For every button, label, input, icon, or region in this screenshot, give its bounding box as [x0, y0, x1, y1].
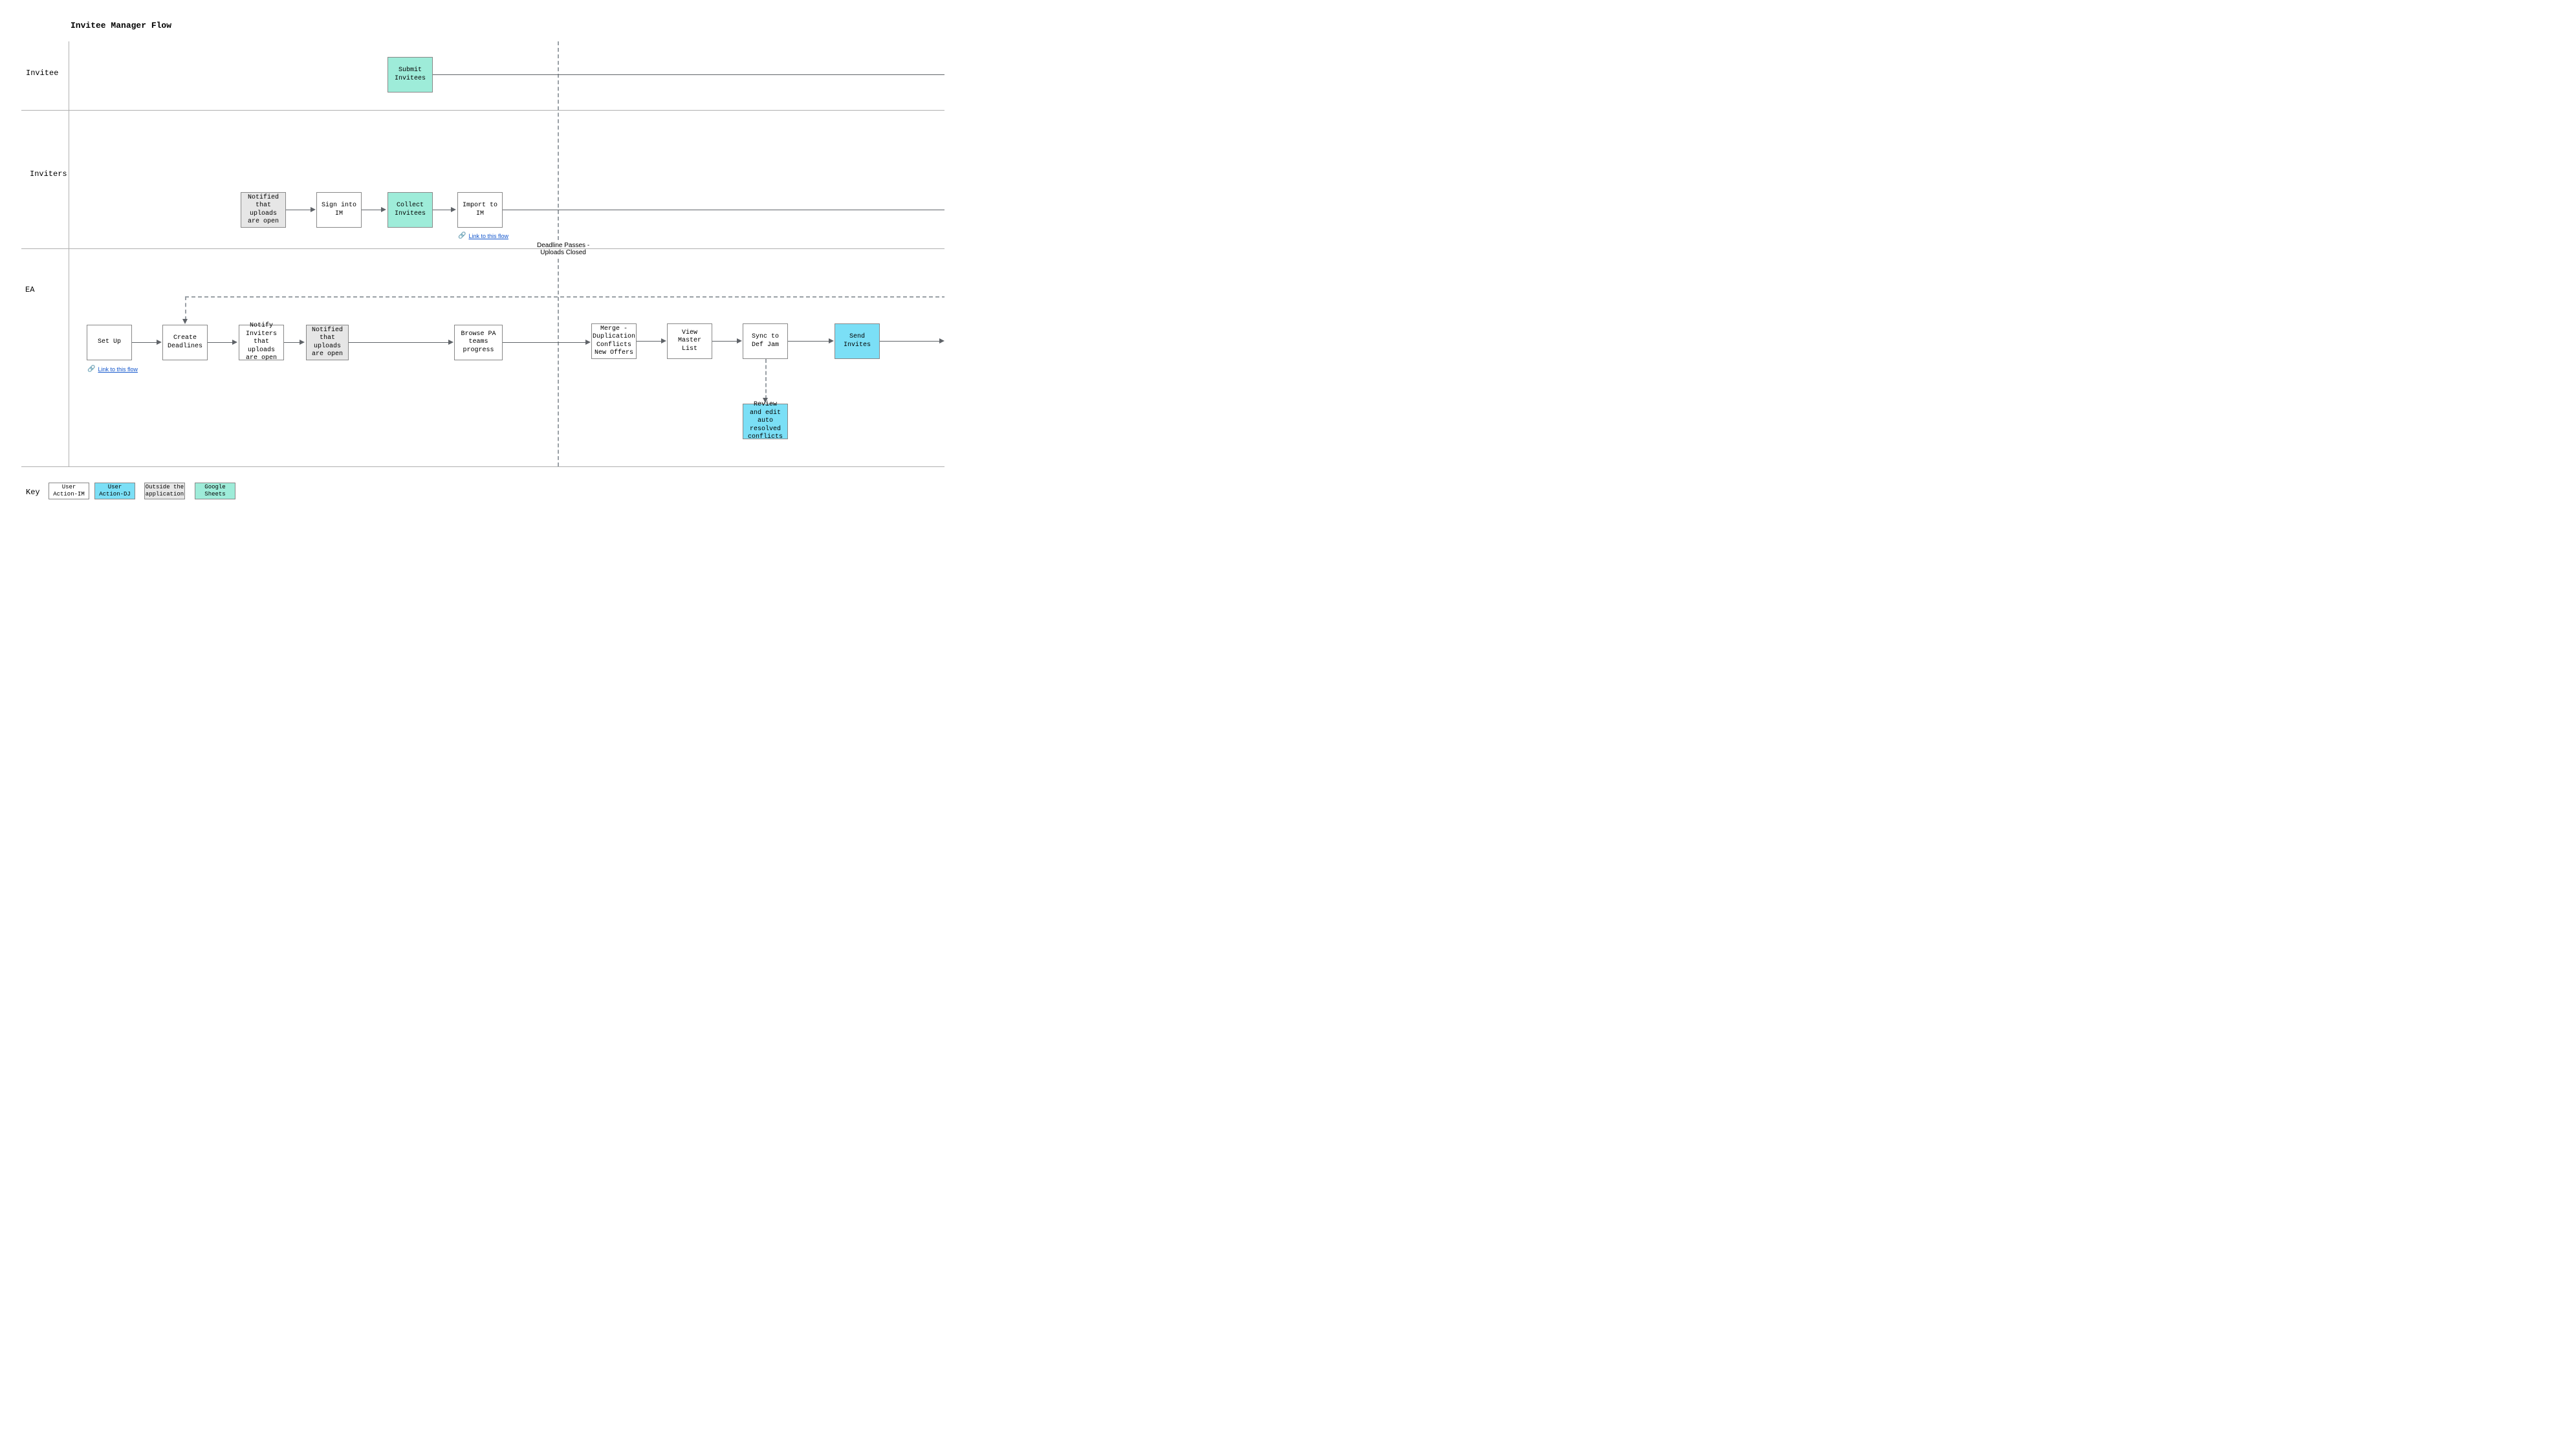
- node-view-master[interactable]: View Master List: [667, 323, 712, 359]
- connector: [433, 74, 944, 75]
- connector: [712, 341, 738, 342]
- arrow-head-icon: [448, 340, 453, 345]
- arrow-head-icon: [182, 319, 188, 324]
- arrow-head-icon: [451, 207, 456, 212]
- node-sync-defjam[interactable]: Sync to Def Jam: [743, 323, 788, 359]
- connector: [880, 341, 941, 342]
- key-text: Google Sheets: [198, 484, 232, 498]
- lane-label-inviters: Inviters: [30, 169, 67, 179]
- node-notify-inviters[interactable]: Notify Inviters that uploads are open: [239, 325, 284, 360]
- link-text[interactable]: Link to this flow: [98, 366, 138, 373]
- key-text: User Action-IM: [52, 484, 86, 498]
- connector: [788, 341, 830, 342]
- connector: [284, 342, 301, 343]
- node-label: View Master List: [671, 329, 708, 354]
- connector: [637, 341, 662, 342]
- key-outside-app: Outside the application: [144, 483, 185, 499]
- link-to-flow[interactable]: 🔗 Link to this flow: [87, 365, 138, 373]
- node-send-invites[interactable]: Send Invites: [835, 323, 880, 359]
- key-text: User Action-DJ: [98, 484, 132, 498]
- key-user-action-dj: User Action-DJ: [94, 483, 135, 499]
- node-set-up[interactable]: Set Up: [87, 325, 132, 360]
- node-merge[interactable]: Merge - Duplication Conflicts New Offers: [591, 323, 637, 359]
- node-label: Submit Invitees: [392, 67, 428, 83]
- node-label: Set Up: [98, 338, 121, 347]
- link-icon: 🔗: [458, 232, 466, 239]
- node-collect-invitees[interactable]: Collect Invitees: [387, 192, 433, 228]
- node-sign-into-im[interactable]: Sign into IM: [316, 192, 362, 228]
- diagram-title: Invitee Manager Flow: [71, 21, 171, 30]
- arrow-head-icon: [763, 398, 768, 403]
- lane-divider: [21, 110, 944, 111]
- node-browse-pa[interactable]: Browse PA teams progress: [454, 325, 503, 360]
- node-label: Merge - Duplication Conflicts New Offers: [593, 325, 635, 358]
- dashed-connector: [185, 296, 186, 320]
- arrow-head-icon: [157, 340, 162, 345]
- dashed-connector: [765, 359, 767, 399]
- arrow-head-icon: [381, 207, 386, 212]
- node-label: Send Invites: [839, 333, 875, 349]
- connector: [132, 342, 158, 343]
- key-text: Outside the application: [146, 484, 184, 498]
- arrow-head-icon: [939, 338, 944, 343]
- connector: [503, 342, 587, 343]
- node-label: Import to IM: [462, 202, 498, 218]
- arrow-head-icon: [311, 207, 316, 212]
- deadline-line: [558, 259, 559, 466]
- node-notified-uploads-open-inviters[interactable]: Notified that uploads are open: [241, 192, 286, 228]
- connector: [208, 342, 234, 343]
- link-to-flow[interactable]: 🔗 Link to this flow: [458, 232, 508, 239]
- node-label: Notified that uploads are open: [245, 194, 281, 226]
- diagram-canvas: Invitee Manager Flow Deadline Passes - U…: [0, 0, 944, 530]
- node-label: Review and edit auto resolved conflicts: [747, 401, 783, 442]
- deadline-label: Deadline Passes - Uploads Closed: [537, 242, 589, 256]
- lane-divider: [21, 248, 944, 249]
- arrow-head-icon: [661, 338, 666, 343]
- key-user-action-im: User Action-IM: [49, 483, 89, 499]
- node-import-to-im[interactable]: Import to IM: [457, 192, 503, 228]
- key-google-sheets: Google Sheets: [195, 483, 235, 499]
- node-submit-invitees[interactable]: Submit Invitees: [387, 57, 433, 93]
- arrow-head-icon: [232, 340, 237, 345]
- link-text[interactable]: Link to this flow: [468, 233, 508, 239]
- node-create-deadlines[interactable]: Create Deadlines: [162, 325, 208, 360]
- node-label: Notify Inviters that uploads are open: [243, 322, 279, 363]
- arrow-head-icon: [585, 340, 591, 345]
- arrow-head-icon: [829, 338, 834, 343]
- node-label: Notified that uploads are open: [311, 327, 344, 359]
- arrow-head-icon: [300, 340, 305, 345]
- lane-label-invitee: Invitee: [26, 69, 58, 78]
- lane-divider: [21, 466, 944, 467]
- arrow-head-icon: [737, 338, 742, 343]
- node-label: Create Deadlines: [167, 334, 203, 351]
- link-icon: 🔗: [87, 365, 95, 373]
- dashed-connector: [185, 296, 944, 298]
- node-label: Sign into IM: [321, 202, 357, 218]
- connector: [349, 342, 450, 343]
- key-label: Key: [26, 488, 40, 497]
- node-notified-uploads-open-ea[interactable]: Notified that uploads are open: [306, 325, 349, 360]
- lane-label-ea: EA: [25, 285, 34, 294]
- node-label: Browse PA teams progress: [459, 331, 498, 355]
- node-label: Sync to Def Jam: [747, 333, 783, 349]
- node-label: Collect Invitees: [392, 202, 428, 218]
- node-review-conflicts[interactable]: Review and edit auto resolved conflicts: [743, 404, 788, 439]
